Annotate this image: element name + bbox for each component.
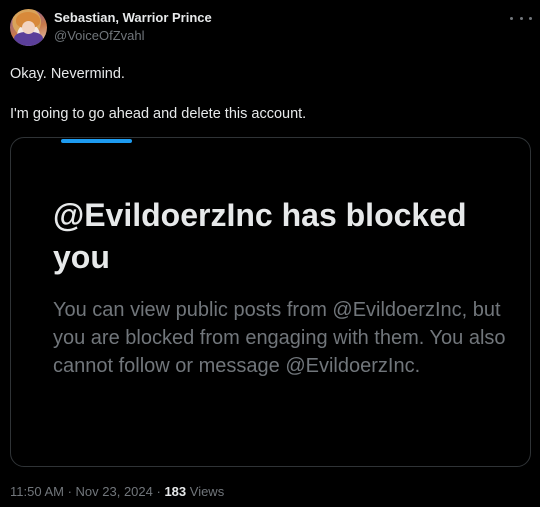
blocked-description: You can view public posts from @Evildoer… [53, 299, 506, 377]
avatar-cloak [14, 32, 43, 46]
separator: · [63, 484, 76, 499]
author-display-name[interactable]: Sebastian, Warrior Prince [54, 10, 212, 25]
blocked-title: @EvildoerzInc has blocked you [53, 197, 467, 275]
dot [510, 16, 513, 20]
post-time[interactable]: 11:50 AM [10, 484, 64, 499]
avatar[interactable] [10, 9, 47, 46]
more-horizontal-icon[interactable] [510, 10, 532, 26]
separator: · [152, 484, 165, 499]
post-metadata: 11:50 AM · Nov 23, 2024 · 183 Views [10, 484, 224, 499]
post-text-line: I'm going to go ahead and delete this ac… [10, 106, 307, 122]
views-count: 183 [164, 484, 187, 499]
views-label: Views [186, 484, 225, 499]
post-text: Okay. Nevermind. I'm going to go ahead a… [10, 64, 530, 124]
tab-indicator [61, 139, 132, 143]
post-date[interactable]: Nov 23, 2024 [76, 484, 153, 499]
post-text-line: Okay. Nevermind. [10, 66, 125, 82]
avatar-face [22, 21, 35, 34]
media-attachment[interactable]: @EvildoerzInc has blocked you You can vi… [10, 137, 531, 467]
post: Sebastian, Warrior Prince @VoiceOfZvahl … [0, 0, 540, 507]
author-handle[interactable]: @VoiceOfZvahl [54, 28, 145, 43]
dot [519, 16, 523, 20]
dot [529, 16, 532, 20]
